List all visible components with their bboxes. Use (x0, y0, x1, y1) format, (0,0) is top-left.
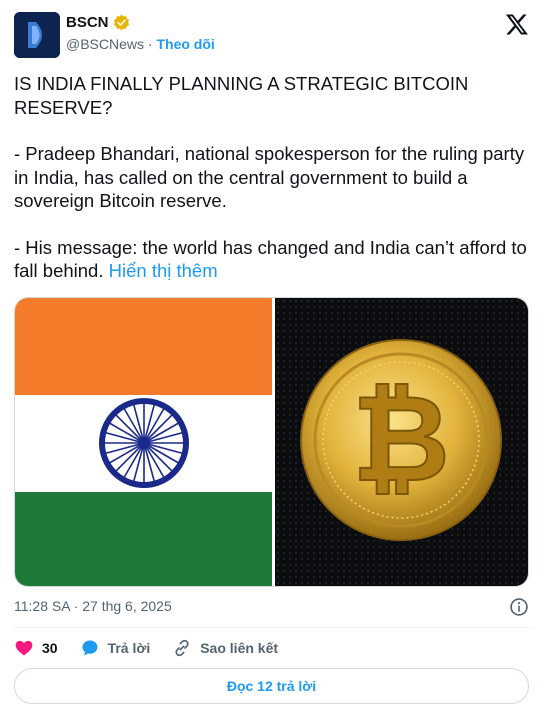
copy-link-button[interactable]: Sao liên kết (172, 638, 278, 658)
action-bar: 30 Trả lời Sao liên kết (14, 638, 300, 658)
tweet-card: BSCN @BSCNews · Theo dõi IS INDIA FINALL… (0, 0, 547, 704)
tweet-paragraph-headline: IS INDIA FINALLY PLANNING A STRATEGIC BI… (14, 73, 469, 118)
ashoka-chakra-icon (99, 398, 189, 488)
bitcoin-coin-icon: ₿ (275, 298, 528, 586)
read-replies-button[interactable]: Đọc 12 trả lời (14, 668, 529, 704)
reply-button[interactable]: Trả lời (80, 638, 151, 658)
india-flag-image (15, 298, 272, 586)
flag-saffron-band (15, 298, 272, 395)
handle-separator: · (147, 36, 153, 52)
tweet-text: IS INDIA FINALLY PLANNING A STRATEGIC BI… (14, 72, 534, 306)
link-icon (175, 639, 189, 657)
verified-badge-icon (113, 14, 129, 31)
tweet-paragraph-2: - His message: the world has changed and… (14, 236, 534, 283)
x-logo-icon[interactable] (505, 12, 529, 36)
avatar[interactable] (14, 12, 60, 58)
svg-text:₿: ₿ (352, 370, 450, 509)
reply-bubble-icon (82, 640, 98, 656)
account-name[interactable]: BSCN (66, 14, 109, 31)
tweet-media[interactable]: ₿ (14, 297, 529, 587)
divider (14, 627, 533, 628)
info-icon[interactable] (509, 597, 529, 617)
handle-row: @BSCNews · Theo dõi (66, 36, 215, 52)
tweet-header: BSCN @BSCNews · Theo dõi (14, 12, 533, 58)
tweet-timestamp[interactable]: 11:28 SA · 27 thg 6, 2025 (14, 598, 172, 614)
tweet-paragraph-2-text: - His message: the world has changed and… (14, 236, 527, 282)
show-more-link[interactable]: Hiển thị thêm (109, 260, 218, 281)
account-handle[interactable]: @BSCNews (66, 36, 144, 52)
reply-label: Trả lời (107, 640, 151, 656)
flag-green-band (15, 492, 272, 586)
tweet-paragraph-1: - Pradeep Bhandari, national spokesperso… (14, 143, 525, 211)
like-count: 30 (42, 640, 58, 656)
bitcoin-coin-image: ₿ (272, 298, 528, 586)
follow-link[interactable]: Theo dõi (156, 36, 214, 52)
name-row: BSCN (66, 14, 130, 31)
copy-link-label: Sao liên kết (200, 640, 279, 656)
heart-icon (15, 640, 33, 656)
bscn-logo-icon (14, 12, 60, 58)
like-button[interactable]: 30 (14, 638, 58, 658)
